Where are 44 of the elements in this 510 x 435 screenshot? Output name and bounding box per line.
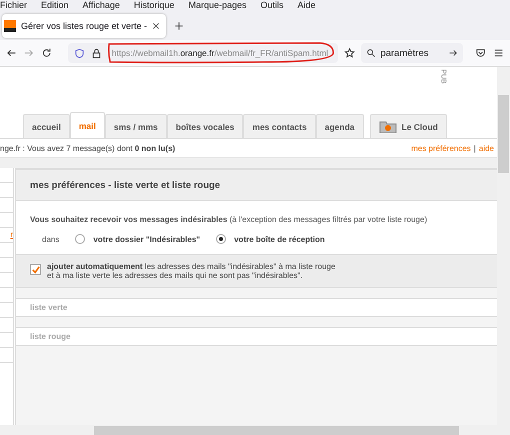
checkbox[interactable]: [30, 264, 41, 275]
menu-item[interactable]: Fichier: [0, 0, 28, 11]
scrollbar-thumb[interactable]: [498, 95, 509, 173]
question-text: Vous souhaitez recevoir vos messages indésirables (à l'exception des messages filtrés par votre liste rouge): [30, 215, 428, 224]
folder-icon: [378, 120, 396, 133]
search-field[interactable]: paramètres: [361, 43, 464, 63]
lock-icon[interactable]: [90, 48, 102, 58]
menu-item[interactable]: Marque-pages: [188, 0, 246, 11]
arrow-right-icon[interactable]: [448, 48, 458, 58]
reload-icon[interactable]: [40, 47, 52, 59]
radio-group-label: dans: [42, 234, 60, 244]
nav-tab[interactable]: mes contacts: [243, 114, 316, 138]
radio-option[interactable]: votre boîte de réception: [216, 234, 325, 244]
nav-tab[interactable]: sms / mms: [104, 114, 167, 138]
nav-tab[interactable]: accueil: [23, 114, 70, 138]
panel-title: mes préférences - liste verte et liste rouge: [16, 170, 497, 201]
new-tab-icon[interactable]: [174, 20, 184, 30]
scrollbar-thumb[interactable]: [94, 426, 459, 434]
message-summary: nge.fr : Vous avez 7 message(s) dont 0 non lu(s): [0, 144, 176, 152]
browser-tab[interactable]: Gérer vos listes rouge et verte -: [2, 14, 166, 38]
menu-item[interactable]: Affichage: [82, 0, 120, 11]
pocket-icon[interactable]: [475, 47, 487, 59]
shield-icon[interactable]: [74, 48, 85, 58]
radio-icon[interactable]: [75, 234, 86, 244]
back-icon[interactable]: [6, 47, 18, 59]
address-field[interactable]: https://webmail1h.orange.fr/webmail/fr_FR/antiSpam.html: [68, 43, 338, 63]
menu-item[interactable]: Aide: [298, 0, 316, 11]
menu-item[interactable]: Historique: [134, 0, 174, 11]
nav-tab[interactable]: Le Cloud: [370, 114, 447, 138]
checkbox-label: ajouter automatiquement les adresses des mails "indésirables" à ma liste rouge: [47, 262, 336, 271]
radio-option[interactable]: votre dossier "Indésirables": [75, 234, 200, 244]
menu-icon[interactable]: [492, 47, 504, 59]
radio-icon[interactable]: [216, 234, 226, 244]
separator-text: |: [474, 144, 476, 152]
search-icon: [366, 48, 376, 58]
favicon-icon: [4, 20, 16, 32]
star-icon[interactable]: [344, 47, 356, 59]
close-icon[interactable]: [152, 22, 160, 30]
menu-item[interactable]: Edition: [41, 0, 69, 11]
nav-tab[interactable]: boîtes vocales: [166, 114, 244, 138]
checkbox-label-continued: et à ma liste verte les adresses des mails qui ne sont pas "indésirables".: [47, 271, 304, 280]
menu-item[interactable]: Outils: [260, 0, 284, 11]
nav-tab[interactable]: agenda: [316, 114, 364, 138]
url-text: https://webmail1h.orange.fr/webmail/fr_FR/antiSpam.html: [112, 48, 328, 58]
